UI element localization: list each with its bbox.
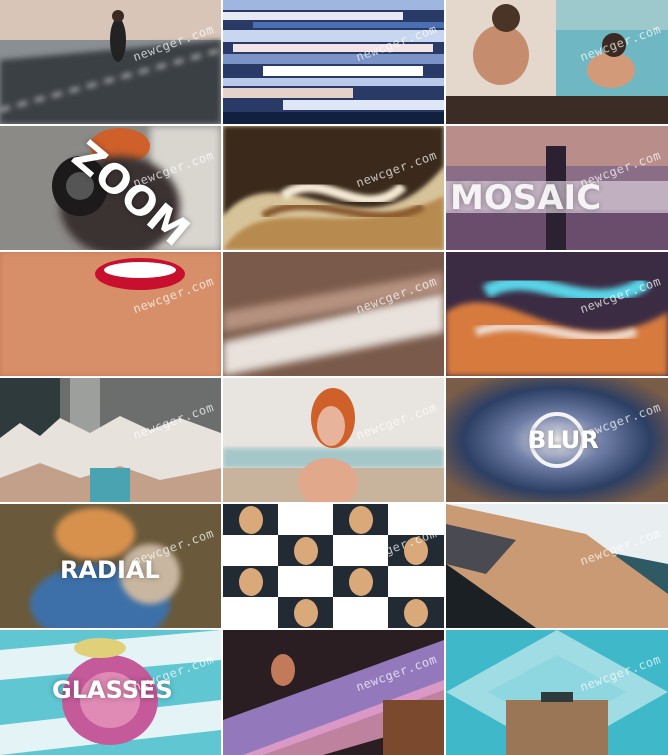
- tile-mosaic: MOSAIC newcger.com: [446, 126, 668, 250]
- transition-preview-grid: newcger.com newcger.com newcger.com ZOOM…: [0, 0, 668, 755]
- tile-blur-streaks: newcger.com: [223, 252, 444, 376]
- tile-checker-girl: newcger.com: [223, 504, 444, 628]
- tile-glitch-stripes: newcger.com: [223, 0, 444, 124]
- tile-beach-split: newcger.com: [446, 504, 668, 628]
- overlay-text-mosaic: MOSAIC: [450, 178, 602, 218]
- tile-glasses-flower: GLASSES newcger.com: [0, 630, 221, 755]
- tile-pool-couple: newcger.com: [446, 0, 668, 124]
- tile-skateboard-road: newcger.com: [0, 0, 221, 124]
- tile-redhead-beach: newcger.com: [223, 378, 444, 502]
- tile-smile-lips: newcger.com: [0, 252, 221, 376]
- tile-diamond-pier: newcger.com: [446, 630, 668, 755]
- tile-prism-light: newcger.com: [223, 630, 444, 755]
- tile-radial-blur-text: BLUR newcger.com: [446, 378, 668, 502]
- tile-swirl: newcger.com: [223, 126, 444, 250]
- tile-radial-kids: RADIAL newcger.com: [0, 504, 221, 628]
- tile-torn-street: newcger.com: [0, 378, 221, 502]
- tile-zoom-camera: ZOOM newcger.com: [0, 126, 221, 250]
- tile-liquid-paint: newcger.com: [446, 252, 668, 376]
